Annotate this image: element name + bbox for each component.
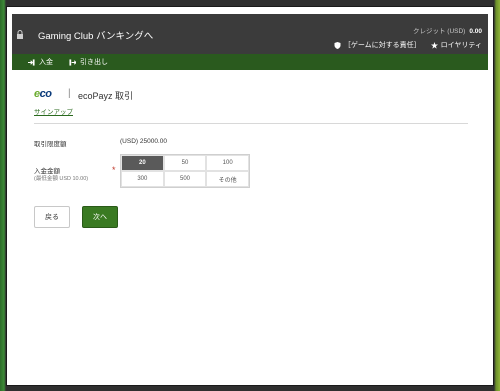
signup-link[interactable]: サインアップ [34, 106, 73, 116]
responsible-gaming-label: ［ゲームに対する責任］ [343, 42, 421, 49]
limit-value: (USD) 25000.00 [120, 138, 167, 145]
tab-deposit-label: 入金 [39, 59, 53, 66]
star-icon [430, 41, 438, 49]
next-button[interactable]: 次へ [82, 206, 118, 228]
lock-icon [17, 30, 23, 39]
amount-option-500[interactable]: 500 [163, 171, 207, 187]
banking-subnav: 入金 引き出し [12, 54, 488, 70]
amount-option-other[interactable]: その他 [206, 171, 249, 187]
divider [34, 123, 468, 124]
responsible-gaming-link[interactable]: ［ゲームに対する責任］ [334, 40, 421, 50]
modal-title: Gaming Club バンキングへ [38, 31, 154, 42]
tab-withdraw-label: 引き出し [80, 59, 108, 66]
loyalty-link[interactable]: ロイヤリティ [430, 40, 482, 50]
deposit-icon [28, 58, 35, 66]
amount-option-50[interactable]: 50 [163, 155, 207, 171]
amount-minimum-note: (最低金額 USD 10.00) [34, 176, 89, 182]
tab-withdraw[interactable]: 引き出し [69, 57, 108, 67]
credit-display: クレジット (USD) 0.00 [413, 25, 482, 35]
back-button[interactable]: 戻る [34, 206, 70, 228]
title-separator: | [68, 88, 71, 99]
ecopayz-logo: eco [34, 88, 52, 100]
amount-option-100[interactable]: 100 [206, 155, 249, 171]
page-title: ecoPayz 取引 [78, 91, 134, 101]
credit-value: 0.00 [469, 28, 482, 35]
tab-deposit[interactable]: 入金 [28, 57, 53, 67]
amount-option-300[interactable]: 300 [121, 171, 164, 187]
limit-label: 取引限度額 [34, 141, 67, 148]
loyalty-label: ロイヤリティ [440, 42, 482, 49]
withdraw-icon [69, 58, 76, 66]
header-links: ［ゲームに対する責任］ ロイヤリティ [334, 40, 482, 50]
credit-label: クレジット (USD) [412, 28, 466, 35]
amount-selector: 20 50 100 300 500 その他 [120, 154, 250, 188]
required-marker: * [112, 165, 116, 175]
shield-icon [334, 41, 341, 49]
amount-option-20[interactable]: 20 [121, 155, 164, 171]
